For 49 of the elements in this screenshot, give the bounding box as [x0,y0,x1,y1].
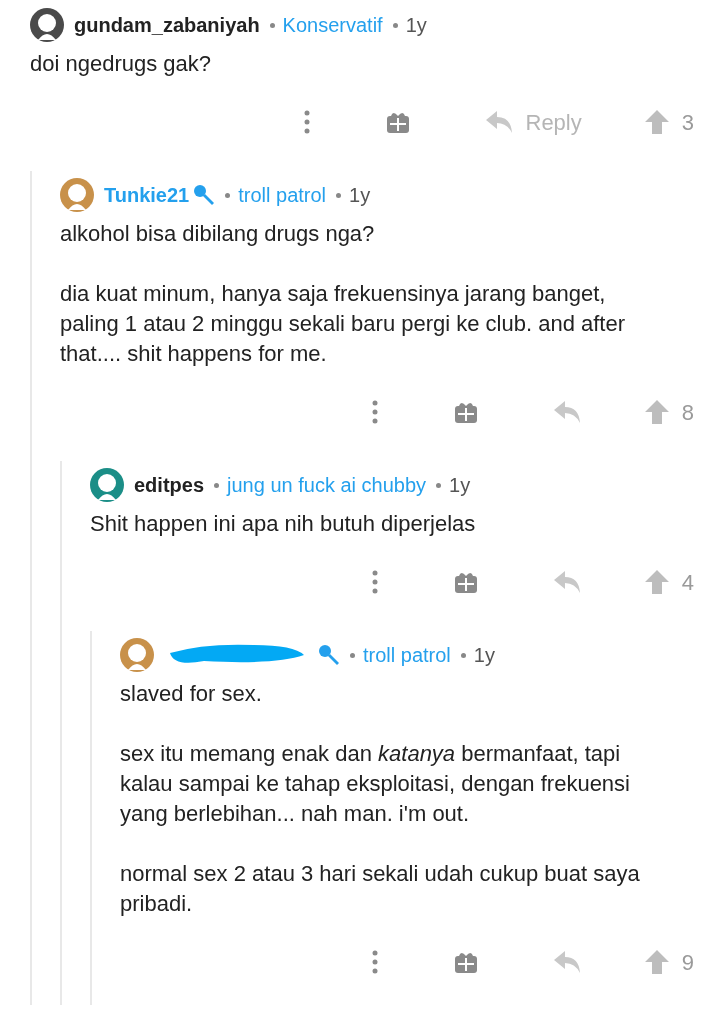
timestamp: 1y [449,473,471,498]
more-icon[interactable] [303,110,310,134]
separator-dot-icon [336,192,342,198]
user-flair: troll patrol [238,183,327,208]
separator-dot-icon [225,192,231,198]
comment-text: alkohol bisa dibilang drugs nga? [60,220,376,248]
avatar-icon [30,8,64,42]
comment-text: normal sex 2 atau 3 hari sekali udah cukup buat saya pribadi. [120,860,641,918]
reply-icon [553,951,582,973]
timestamp: 1y [473,643,495,668]
reply-icon [485,111,514,133]
more-icon[interactable] [371,400,378,424]
separator-dot-icon [269,22,275,28]
vote-count: 9 [681,948,694,977]
upvote-icon[interactable] [643,399,670,425]
reply-icon [553,401,582,423]
user-flair: jung un fuck ai chubby [227,473,427,498]
gift-icon[interactable] [385,110,410,134]
vote-count: 8 [681,398,694,427]
user-flair: Konservatif [282,13,383,38]
vote-count: 4 [681,568,694,597]
comment-text: Shit happen ini apa nih butuh diperjelas [90,510,477,538]
vote-count: 3 [681,108,694,137]
comment-text: dia kuat minum, hanya saja frekuensinya jarang banget, paling 1 atau 2 minggu sekali baru pergi ke club. and after that.... shit happens for me. [60,280,627,368]
comment-text: doi ngedrugs gak? [30,50,213,78]
user-flair: troll patrol [363,643,451,668]
separator-dot-icon [392,22,398,28]
more-icon[interactable] [371,570,378,594]
gift-icon[interactable] [453,400,478,424]
avatar-icon [90,468,124,502]
timestamp: 1y [405,13,427,38]
username[interactable]: editpes [134,470,205,500]
reply-icon [553,571,582,593]
username[interactable]: gundam_zabaniyah [74,10,260,40]
separator-dot-icon [214,482,220,488]
comment-text: sex itu memang enak dan katanya bermanfaat, tapi kalau sampai ke tahap eksploitasi, dengan frekuensi yang berlebihan... nah man. i'm out. [120,740,631,828]
more-icon[interactable] [371,950,378,974]
upvote-icon[interactable] [643,569,670,595]
avatar-icon [60,178,94,212]
separator-dot-icon [436,482,442,488]
avatar-icon [120,638,154,672]
upvote-icon[interactable] [643,949,670,975]
separator-dot-icon [460,652,466,658]
timestamp: 1y [349,183,371,208]
gift-icon[interactable] [453,950,478,974]
upvote-icon[interactable] [643,109,670,135]
separator-dot-icon [350,652,355,658]
comment-text: slaved for sex. [120,680,263,708]
gift-icon[interactable] [453,570,478,594]
